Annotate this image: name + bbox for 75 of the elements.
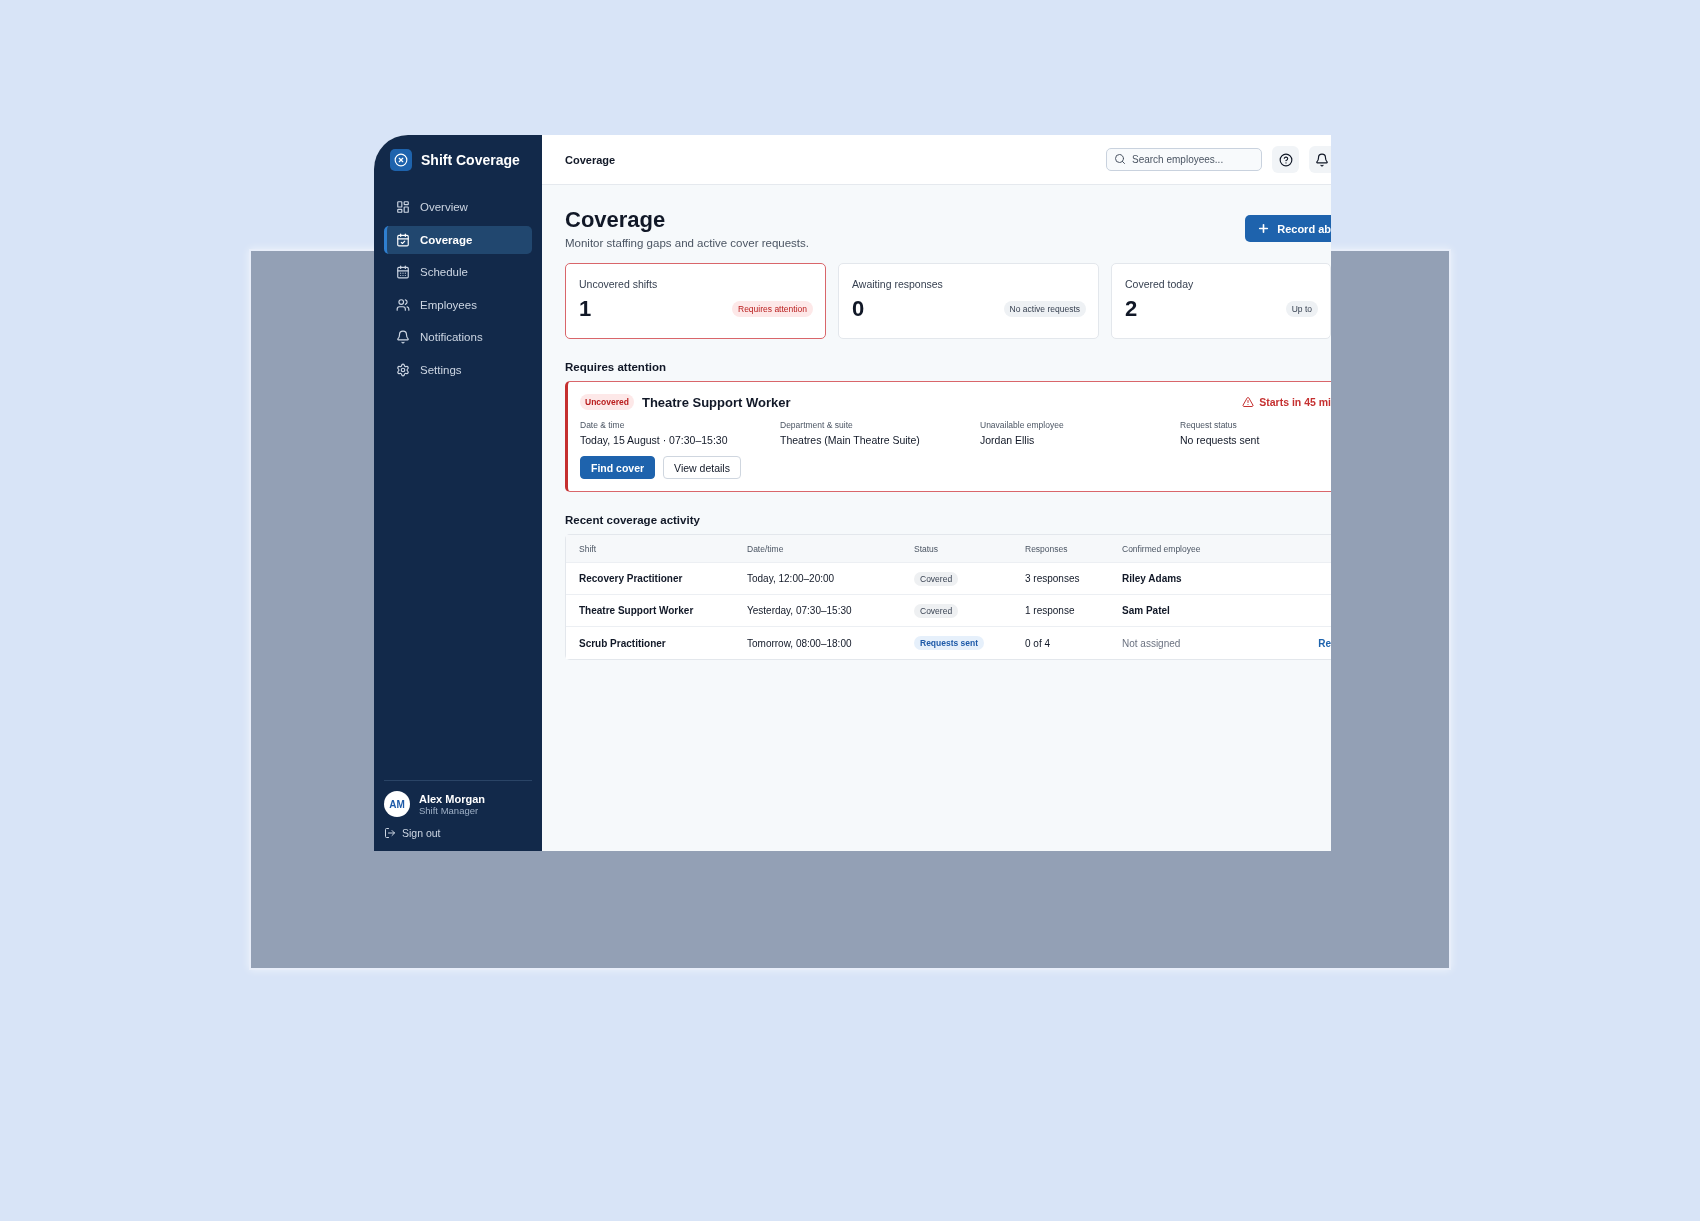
table-cell-text: Today, 12:00–20:00	[747, 573, 836, 584]
page-subtitle: Monitor staffing gaps and active cover requests.	[565, 237, 809, 249]
detail-label: Department & suite	[780, 420, 854, 430]
warning-icon	[1242, 396, 1255, 408]
user-role: Shift Manager	[419, 804, 479, 816]
stat-badge: Up to	[1285, 301, 1318, 317]
table-cell-text: Recovery Practitioner	[579, 573, 684, 584]
table-cell-text: Tomorrow, 08:00–18:00	[747, 637, 853, 649]
user-avatar: AM	[384, 791, 410, 817]
table-cell-text: 1 response	[1025, 605, 1076, 616]
notifications-button[interactable]	[1309, 146, 1331, 173]
sidebar-item[interactable]: Schedule	[384, 258, 532, 286]
detail-value: Jordan Ellis	[980, 434, 1036, 446]
page-title: Coverage	[565, 207, 667, 233]
column-header: Status	[914, 543, 940, 554]
table-cell-text: Scrub Practitioner	[579, 637, 667, 649]
table-cell-text: Yesterday, 07:30–15:30	[747, 605, 853, 616]
sidebar-item[interactable]: Coverage	[384, 225, 532, 254]
table-cell-text: 3 responses	[1025, 573, 1081, 584]
search-field[interactable]: Search employees...	[1106, 148, 1262, 171]
user-name: Alex Morgan	[419, 792, 485, 805]
status-badge: Covered	[914, 571, 959, 586]
table-cell-text: Riley Adams	[1122, 573, 1183, 584]
bell-icon	[1315, 152, 1329, 167]
view-details-button[interactable]: View details	[663, 456, 741, 479]
plus-icon	[1257, 222, 1271, 235]
table-cell-text: Not assigned	[1122, 637, 1182, 649]
table-cell-text: Theatre Support Worker	[579, 605, 695, 616]
detail-label: Request status	[1180, 420, 1238, 430]
stat-badge: No active requests	[1003, 301, 1086, 317]
column-header: Confirmed employee	[1122, 543, 1202, 554]
start-warning: Starts in 45 mi	[1242, 396, 1331, 408]
detail-label: Unavailable employee	[980, 420, 1065, 430]
find-cover-button[interactable]: Find cover	[580, 456, 656, 479]
column-header: Responses	[1025, 543, 1069, 554]
detail-value: No requests sent	[1180, 434, 1261, 446]
section-heading: Requires attention	[565, 361, 667, 373]
column-header: Date/time	[747, 543, 785, 554]
stat-label: Uncovered shifts	[579, 278, 659, 290]
sidebar-item[interactable]: Notifications	[384, 323, 532, 351]
sidebar-item[interactable]: Overview	[384, 193, 532, 221]
sign-out-link[interactable]: Sign out	[384, 823, 532, 843]
calendar-icon	[396, 265, 410, 279]
users-icon	[396, 297, 410, 312]
sidebar-item[interactable]: Settings	[384, 355, 532, 384]
stat-badge: Requires attention	[732, 301, 813, 317]
help-icon	[1278, 152, 1293, 167]
calendar-check-icon	[396, 232, 410, 247]
detail-value: Theatres (Main Theatre Suite)	[780, 434, 921, 446]
grid-icon	[396, 200, 410, 214]
detail-label: Date & time	[580, 420, 626, 430]
table-cell-text: 0 of 4	[1025, 637, 1052, 649]
status-badge: Covered	[914, 603, 959, 618]
stat-label: Covered today	[1125, 278, 1195, 290]
section-heading: Recent coverage activity	[565, 514, 701, 526]
bell-icon	[396, 330, 410, 344]
stat-value: 2	[1125, 296, 1138, 322]
sidebar-item[interactable]: Employees	[384, 290, 532, 319]
table-cell-text: Sam Patel	[1122, 605, 1171, 616]
record-button[interactable]: Record ab	[1245, 215, 1331, 242]
shift-title: Theatre Support Worker	[641, 394, 791, 410]
settings-icon	[396, 362, 410, 377]
app-title: Shift Coverage	[421, 152, 520, 168]
column-header: Shift	[579, 543, 597, 554]
row-action-link[interactable]: Re	[1318, 637, 1331, 649]
detail-value: Today, 15 August · 07:30–15:30	[580, 434, 729, 446]
breadcrumb: Coverage	[565, 153, 616, 166]
stat-value: 1	[579, 296, 592, 322]
help-button[interactable]	[1272, 146, 1299, 173]
sign-out-icon	[384, 827, 396, 839]
status-badge: Uncovered	[580, 394, 634, 410]
status-badge: Requests sent	[914, 636, 985, 650]
stat-label: Awaiting responses	[852, 278, 944, 290]
search-icon	[1114, 153, 1126, 165]
stat-value: 0	[852, 296, 865, 322]
